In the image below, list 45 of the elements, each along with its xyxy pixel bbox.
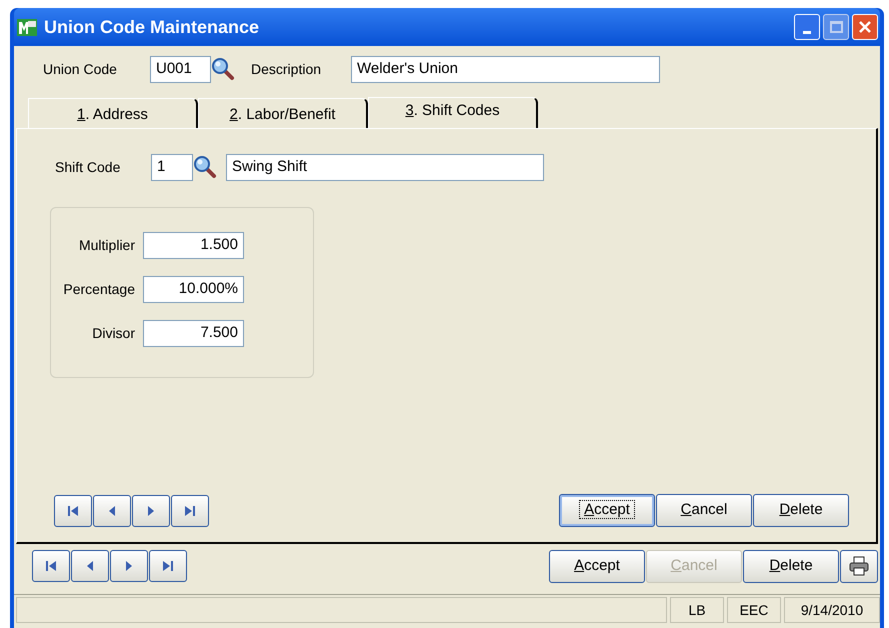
print-button[interactable] [840, 550, 878, 582]
close-button[interactable] [852, 14, 878, 40]
printer-icon [848, 556, 870, 576]
text-field[interactable]: Swing Shift [226, 154, 544, 180]
close-icon [858, 20, 872, 34]
status-panel: 9/14/2010 [784, 597, 880, 623]
first-record-icon [44, 559, 58, 573]
record-nav-button[interactable] [71, 550, 109, 582]
record-nav-button[interactable] [171, 494, 209, 526]
status-panel: EEC [727, 597, 781, 623]
union-code-label: Union Code [43, 60, 118, 78]
text-field[interactable]: U001 [150, 56, 211, 82]
status-panel: LB [670, 597, 724, 623]
field-label: Divisor [91, 324, 136, 343]
description-label: Description [251, 60, 322, 79]
record-nav-button[interactable] [110, 550, 148, 582]
tab[interactable]: 3. Shift Codes [368, 97, 538, 129]
text-field[interactable]: 7.500 [143, 320, 244, 347]
tab[interactable]: 1. Address [28, 98, 198, 128]
search-icon[interactable] [211, 57, 235, 81]
record-nav-button[interactable] [149, 550, 187, 582]
window-title: Union Code Maintenance [44, 16, 260, 38]
app-icon [16, 16, 38, 38]
shift-code-label: Shift Code [55, 158, 122, 176]
search-icon[interactable] [193, 155, 217, 179]
tab[interactable]: 2. Labor/Benefit [198, 98, 368, 128]
action-button[interactable]: Delete [753, 494, 849, 527]
action-button[interactable]: Accept [559, 494, 655, 527]
record-nav-button[interactable] [32, 550, 70, 582]
action-button[interactable]: Accept [549, 550, 645, 582]
first-record-icon [66, 504, 80, 518]
text-field[interactable]: Welder's Union [351, 56, 660, 82]
text-field[interactable]: 1 [151, 154, 193, 180]
last-record-icon [183, 504, 197, 518]
action-button[interactable]: Cancel [656, 494, 752, 527]
field-label: Multiplier [78, 236, 136, 255]
text-field[interactable]: 10.000% [143, 276, 244, 303]
field-label: Percentage [62, 280, 136, 299]
record-nav-button[interactable] [132, 494, 170, 526]
record-nav-button[interactable] [54, 494, 92, 526]
last-record-icon [161, 559, 175, 573]
text-field[interactable]: 1.500 [143, 232, 244, 259]
record-nav-button[interactable] [93, 494, 131, 526]
minimize-button[interactable] [794, 14, 820, 40]
action-button[interactable]: Delete [743, 550, 839, 582]
